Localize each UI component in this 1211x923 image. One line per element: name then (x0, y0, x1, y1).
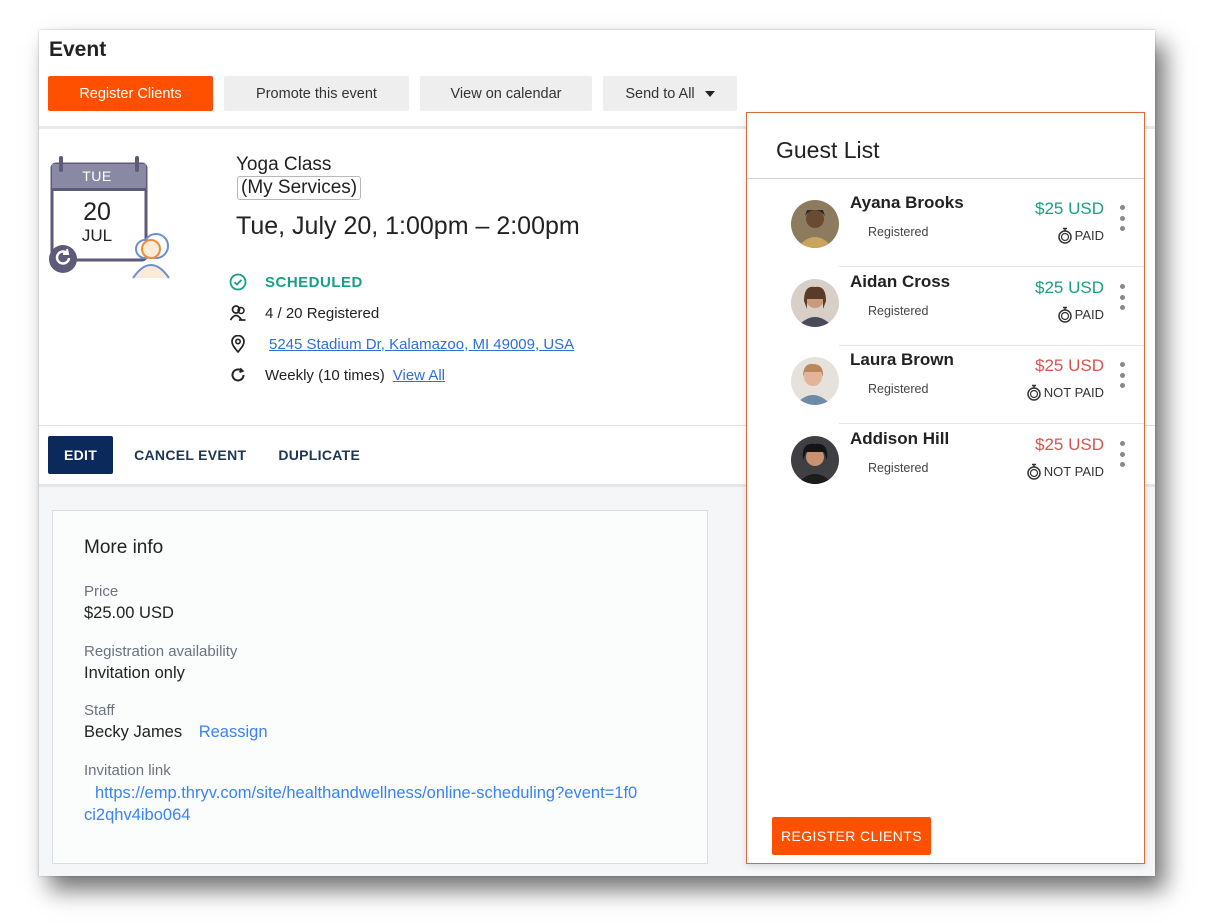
price-value: $25.00 USD (84, 604, 174, 622)
more-options-icon[interactable] (1118, 441, 1126, 467)
reassign-link[interactable]: Reassign (199, 723, 268, 741)
avatar (791, 436, 839, 484)
guest-price: $25 USD (1035, 199, 1104, 218)
status-row: SCHEDULED (228, 272, 363, 292)
avatar (791, 357, 839, 405)
register-clients-panel-button[interactable]: REGISTER CLIENTS (772, 817, 931, 855)
view-on-calendar-button[interactable]: View on calendar (420, 76, 592, 111)
send-to-all-dropdown[interactable]: Send to All (603, 76, 737, 111)
availability-label: Registration availability (84, 643, 238, 660)
event-toolbar: Register Clients Promote this event View… (48, 76, 737, 111)
stopwatch-icon (1027, 384, 1041, 401)
payment-status: NOT PAID (1026, 384, 1104, 401)
guest-price: $25 USD (1035, 435, 1104, 454)
repeat-icon (228, 365, 248, 385)
people-icon (228, 303, 248, 323)
registered-row: 4 / 20 Registered (228, 303, 379, 323)
guest-price: $25 USD (1035, 356, 1104, 375)
calendar-month: JUL (81, 226, 113, 245)
register-clients-button[interactable]: Register Clients (48, 76, 213, 111)
invitation-label: Invitation link (84, 762, 171, 779)
check-circle-icon (228, 272, 248, 292)
guest-name: Laura Brown (850, 350, 954, 369)
more-options-icon[interactable] (1118, 284, 1126, 310)
more-info-card: More info Price $25.00 USD Registration … (52, 510, 708, 864)
guest-status: Registered (868, 304, 929, 318)
staff-row: Becky James Reassign (84, 723, 268, 742)
guest-list-panel: Guest List Ayana Brooks Registered $25 U… (746, 112, 1145, 864)
event-name: Yoga Class (236, 154, 332, 175)
calendar-illustration: TUE 20 JUL (49, 154, 184, 279)
guest-row[interactable]: Ayana Brooks Registered $25 USD PAID (747, 189, 1144, 267)
calendar-date: 20 (83, 198, 111, 226)
calendar-day: TUE (82, 168, 112, 184)
payment-label: NOT PAID (1043, 464, 1104, 479)
guest-name: Aidan Cross (850, 272, 951, 291)
guest-row[interactable]: Aidan Cross Registered $25 USD PAID (747, 268, 1144, 346)
payment-label: PAID (1074, 228, 1104, 243)
address-link[interactable]: 5245 Stadium Dr, Kalamazoo, MI 49009, US… (269, 336, 574, 353)
view-all-link[interactable]: View All (393, 367, 445, 384)
guest-row[interactable]: Addison Hill Registered $25 USD NOT PAID (747, 425, 1144, 489)
price-label: Price (84, 583, 119, 600)
guest-status: Registered (868, 461, 929, 475)
recurrence-text: Weekly (10 times) (265, 366, 385, 384)
more-options-icon[interactable] (1118, 205, 1126, 231)
send-to-all-label: Send to All (625, 85, 695, 102)
staff-label: Staff (84, 702, 115, 719)
guest-list-title: Guest List (776, 137, 880, 163)
guest-name: Ayana Brooks (850, 193, 964, 212)
payment-label: NOT PAID (1043, 385, 1104, 400)
staff-value: Becky James (84, 723, 183, 741)
guest-list-divider (747, 178, 1144, 179)
avatar (791, 279, 839, 327)
guest-status: Registered (868, 382, 929, 396)
event-datetime: Tue, July 20, 1:00pm – 2:00pm (236, 212, 580, 240)
status-badge: SCHEDULED (265, 273, 363, 291)
payment-status: PAID (1057, 227, 1104, 244)
avatar (791, 200, 839, 248)
registered-count: 4 / 20 Registered (265, 304, 380, 322)
more-info-title: More info (84, 537, 164, 558)
guest-status: Registered (868, 225, 929, 239)
payment-label: PAID (1074, 307, 1104, 322)
caret-down-icon (704, 90, 715, 97)
recurrence-row: Weekly (10 times) View All (228, 365, 445, 385)
event-category: (My Services) (237, 176, 362, 200)
address-row: 5245 Stadium Dr, Kalamazoo, MI 49009, US… (228, 334, 574, 354)
edit-button[interactable]: EDIT (48, 436, 114, 474)
duplicate-button[interactable]: DUPLICATE (262, 436, 376, 474)
page-title: Event (49, 38, 107, 61)
event-actions: EDIT CANCEL EVENT DUPLICATE (48, 436, 376, 474)
payment-status: PAID (1057, 306, 1104, 323)
location-pin-icon (228, 334, 248, 354)
invitation-link[interactable]: https://emp.thryv.com/site/healthandwell… (84, 782, 644, 826)
more-options-icon[interactable] (1118, 362, 1126, 388)
guest-row[interactable]: Laura Brown Registered $25 USD NOT PAID (747, 346, 1144, 424)
promote-event-button[interactable]: Promote this event (224, 76, 409, 111)
stopwatch-icon (1057, 306, 1072, 323)
guest-price: $25 USD (1035, 278, 1104, 297)
guest-name: Addison Hill (850, 429, 950, 448)
payment-status: NOT PAID (1026, 463, 1104, 480)
stopwatch-icon (1027, 463, 1041, 480)
cancel-event-button[interactable]: CANCEL EVENT (118, 436, 262, 474)
stopwatch-icon (1057, 227, 1072, 244)
availability-value: Invitation only (84, 664, 185, 682)
